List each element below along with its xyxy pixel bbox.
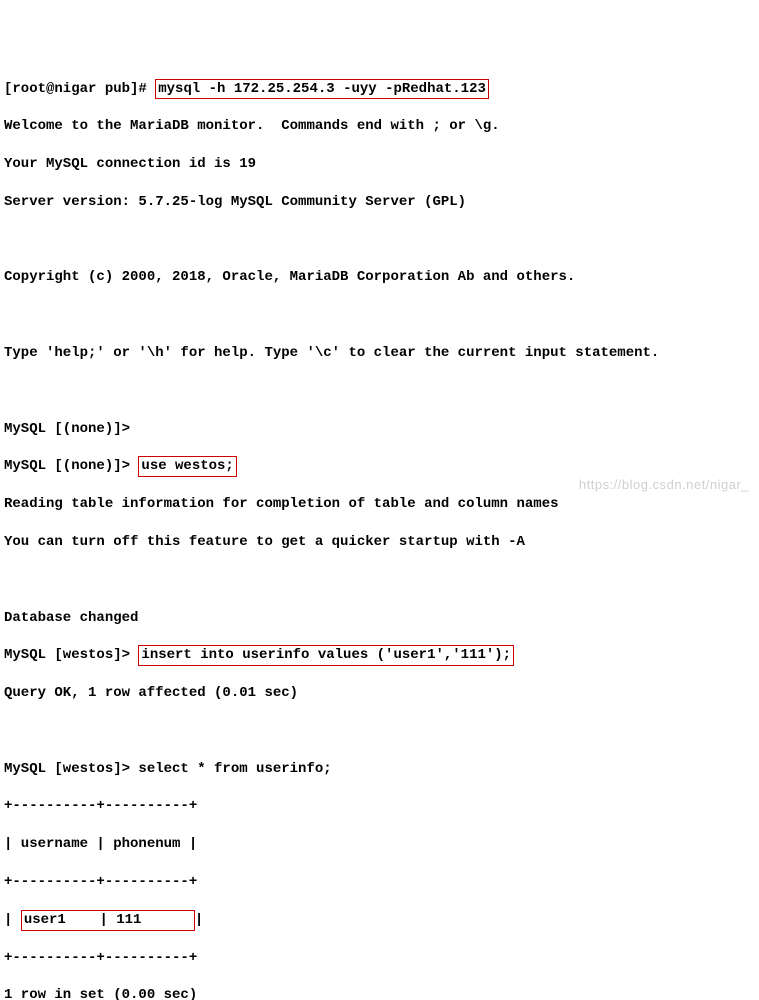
blank-line-3: [4, 382, 755, 401]
mysql-command: mysql -h 172.25.254.3 -uyy -pRedhat.123: [158, 81, 486, 97]
reading-line-2: You can turn off this feature to get a q…: [4, 533, 755, 552]
sql-prompt-none: MySQL [(none)]>: [4, 458, 138, 474]
table-header-line: | username | phonenum |: [4, 835, 755, 854]
select-command: select * from userinfo;: [138, 761, 331, 777]
sql-prompt-westos-1: MySQL [westos]>: [4, 647, 138, 663]
blank-line-4: [4, 571, 755, 590]
table-border-top: +----------+----------+: [4, 797, 755, 816]
help-line: Type 'help;' or '\h' for help. Type '\c'…: [4, 344, 755, 363]
blank-line-1: [4, 231, 755, 250]
sql-insert-line: MySQL [westos]> insert into userinfo val…: [4, 646, 755, 665]
row-prefix: |: [4, 912, 21, 928]
row-suffix: |: [195, 912, 203, 928]
sql-select-line: MySQL [westos]> select * from userinfo;: [4, 760, 755, 779]
use-command: use westos;: [141, 458, 233, 474]
table-border-mid: +----------+----------+: [4, 873, 755, 892]
blank-line-2: [4, 306, 755, 325]
welcome-line-2: Your MySQL connection id is 19: [4, 155, 755, 174]
row-phonenum: 111: [116, 912, 192, 928]
mysql-command-highlight: mysql -h 172.25.254.3 -uyy -pRedhat.123: [155, 79, 489, 100]
row-count-line: 1 row in set (0.00 sec): [4, 986, 755, 1000]
table-border-bottom: +----------+----------+: [4, 949, 755, 968]
row-sep: |: [99, 912, 116, 928]
sql-prompt-westos-2: MySQL [westos]>: [4, 761, 138, 777]
welcome-line-3: Server version: 5.7.25-log MySQL Communi…: [4, 193, 755, 212]
reading-line-1: Reading table information for completion…: [4, 495, 755, 514]
shell-prompt-line: [root@nigar pub]# mysql -h 172.25.254.3 …: [4, 80, 755, 99]
welcome-line-1: Welcome to the MariaDB monitor. Commands…: [4, 117, 755, 136]
sql-prompt-empty-1: MySQL [(none)]>: [4, 420, 755, 439]
blank-line-5: [4, 722, 755, 741]
insert-result-line: Query OK, 1 row affected (0.01 sec): [4, 684, 755, 703]
row-username: user1: [24, 912, 100, 928]
copyright-line: Copyright (c) 2000, 2018, Oracle, MariaD…: [4, 268, 755, 287]
insert-command-highlight: insert into userinfo values ('user1','11…: [138, 645, 514, 666]
sql-use-line: MySQL [(none)]> use westos;: [4, 457, 755, 476]
db-changed-line: Database changed: [4, 609, 755, 628]
use-command-highlight: use westos;: [138, 456, 236, 477]
insert-command: insert into userinfo values ('user1','11…: [141, 647, 511, 663]
shell-prompt: [root@nigar pub]#: [4, 81, 155, 97]
watermark-text: https://blog.csdn.net/nigar_: [579, 476, 749, 494]
row-data-highlight: user1 | 111: [21, 910, 195, 931]
table-row-line: | user1 | 111 |: [4, 911, 755, 930]
